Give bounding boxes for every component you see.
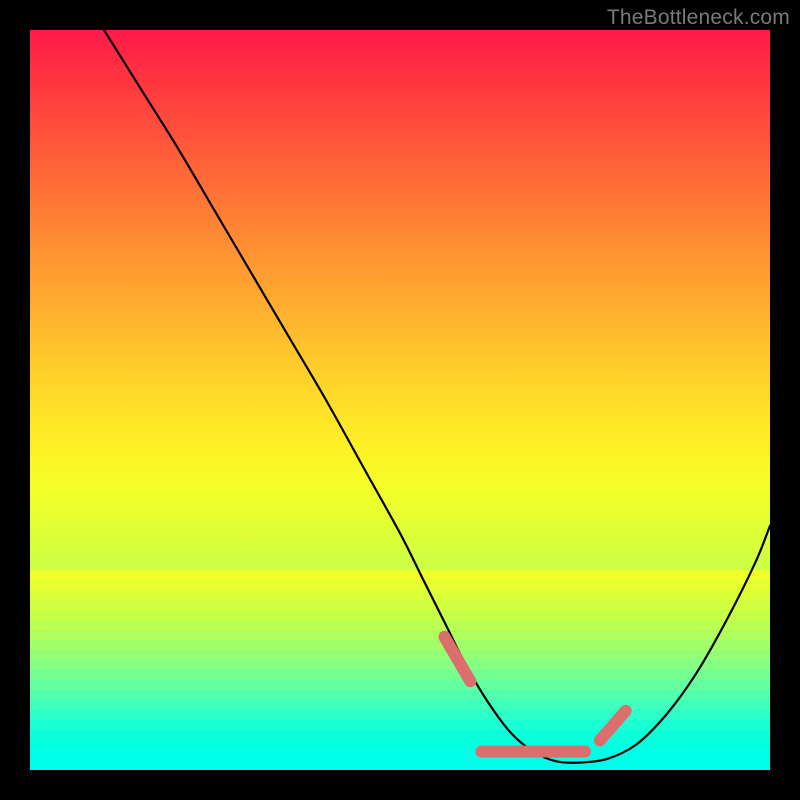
watermark-text: TheBottleneck.com	[607, 6, 790, 30]
plot-area	[30, 30, 770, 770]
chart-frame: TheBottleneck.com	[0, 0, 800, 800]
bottleneck-curve	[104, 30, 770, 763]
highlight-segments	[444, 637, 625, 752]
curve-layer	[30, 30, 770, 770]
